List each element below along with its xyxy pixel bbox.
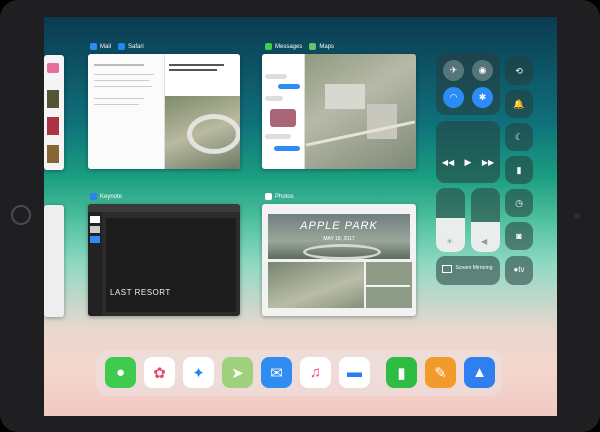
next-track-icon[interactable]: ▶▶ bbox=[480, 154, 496, 170]
screen-mirroring-label: Screen Mirroring bbox=[455, 265, 493, 271]
maps-pane bbox=[305, 54, 416, 169]
photos-hero-image: APPLE PARK MAY 18, 2017 bbox=[268, 214, 410, 260]
brightness-slider[interactable]: ☀ bbox=[436, 188, 465, 252]
timer-icon: ◷ bbox=[515, 197, 523, 208]
ipad-device: Mail Safari Messages Maps Keynote LAST R… bbox=[0, 0, 600, 432]
partial-app-card-bottom[interactable] bbox=[44, 205, 64, 317]
messages-app-icon[interactable]: ● bbox=[105, 357, 136, 388]
photos-card[interactable]: APPLE PARK MAY 18, 2017 bbox=[262, 204, 416, 316]
flashlight-icon: ▮ bbox=[516, 164, 522, 175]
moon-icon: ☾ bbox=[514, 131, 524, 142]
mail-app-icon[interactable]: ✉ bbox=[261, 357, 292, 388]
photos-app-icon[interactable]: ✿ bbox=[144, 357, 175, 388]
previous-track-icon[interactable]: ◀◀ bbox=[440, 154, 456, 170]
timer-module[interactable]: ◷ bbox=[505, 189, 533, 217]
mail-pane bbox=[88, 54, 165, 169]
photos-title: APPLE PARK bbox=[300, 220, 378, 232]
keynote-slide-navigator bbox=[88, 212, 102, 316]
keynote-slide-title: LAST RESORT bbox=[110, 288, 171, 297]
bell-icon: 🔔 bbox=[513, 98, 525, 109]
apple-tv-label: tv bbox=[518, 265, 525, 274]
photos-grid bbox=[268, 262, 412, 308]
mail-label: Mail bbox=[100, 43, 112, 50]
files-app-icon[interactable]: ▬ bbox=[339, 357, 370, 388]
keynote-app-icon[interactable]: ▲ bbox=[464, 357, 495, 388]
messages-pane bbox=[262, 54, 305, 169]
partial-app-card-top[interactable] bbox=[44, 55, 64, 170]
photos-subtitle: MAY 18, 2017 bbox=[323, 236, 355, 242]
app-switcher-screen: Mail Safari Messages Maps Keynote LAST R… bbox=[44, 17, 557, 416]
cellular-toggle[interactable]: ◉ bbox=[472, 60, 493, 81]
screen-mirroring-icon bbox=[442, 265, 452, 273]
keynote-icon bbox=[90, 193, 97, 200]
wifi-toggle[interactable]: ◠ bbox=[443, 87, 464, 108]
screen-mirroring-button[interactable]: Screen Mirroring bbox=[436, 256, 500, 285]
safari-app-icon[interactable]: ✦ bbox=[183, 357, 214, 388]
safari-icon bbox=[118, 43, 126, 50]
rotation-lock-module[interactable]: ⟲ bbox=[505, 57, 533, 85]
apple-tv-icon: ●tv bbox=[513, 265, 525, 274]
mail-icon bbox=[90, 43, 97, 50]
airplane-mode-toggle[interactable]: ✈ bbox=[443, 60, 464, 81]
music-app-icon[interactable]: ♫ bbox=[300, 357, 331, 388]
photos-icon bbox=[265, 193, 272, 200]
keynote-app-label: Keynote bbox=[90, 193, 122, 200]
safari-label: Safari bbox=[128, 43, 144, 50]
messages-maps-label: Messages Maps bbox=[265, 43, 334, 50]
mail-safari-label: Mail Safari bbox=[90, 43, 144, 50]
safari-pane bbox=[165, 54, 240, 169]
mail-safari-card[interactable] bbox=[88, 54, 240, 169]
messages-icon bbox=[265, 43, 272, 50]
maps-label: Maps bbox=[319, 43, 335, 50]
messages-maps-card[interactable] bbox=[262, 54, 416, 169]
maps-icon bbox=[309, 43, 317, 50]
messages-label: Messages bbox=[275, 43, 303, 50]
pages-app-icon[interactable]: ✎ bbox=[425, 357, 456, 388]
keynote-slide: LAST RESORT bbox=[106, 218, 236, 312]
home-button[interactable] bbox=[11, 205, 31, 225]
photos-label: Photos bbox=[275, 193, 294, 200]
do-not-disturb-module[interactable]: ☾ bbox=[505, 123, 533, 151]
photos-app-label: Photos bbox=[265, 193, 294, 200]
connectivity-module: ✈ ◉ ◠ ✱ bbox=[436, 53, 500, 115]
apple-tv-remote-button[interactable]: ●tv bbox=[505, 256, 533, 285]
keynote-card[interactable]: LAST RESORT bbox=[88, 204, 240, 316]
play-icon[interactable]: ▶ bbox=[460, 154, 476, 170]
camera-icon: ◙ bbox=[516, 231, 522, 241]
keynote-label: Keynote bbox=[100, 193, 123, 200]
rotation-lock-icon: ⟲ bbox=[515, 65, 523, 76]
brightness-icon: ☀ bbox=[446, 237, 454, 246]
bluetooth-toggle[interactable]: ✱ bbox=[472, 87, 493, 108]
maps-app-icon[interactable]: ➤ bbox=[222, 357, 253, 388]
volume-slider[interactable]: ◀ bbox=[471, 188, 500, 252]
camera-module[interactable]: ◙ bbox=[505, 222, 533, 250]
mute-module[interactable]: 🔔 bbox=[505, 90, 533, 118]
flashlight-module[interactable]: ▮ bbox=[505, 156, 533, 184]
speaker-icon: ◀ bbox=[481, 237, 488, 246]
dock: ● ✿ ✦ ➤ ✉ ♫ ▬ ▮ ✎ ▲ bbox=[96, 350, 502, 396]
front-camera bbox=[574, 213, 580, 219]
numbers-app-icon[interactable]: ▮ bbox=[386, 357, 417, 388]
now-playing-module: ◀◀ ▶ ▶▶ bbox=[436, 121, 500, 183]
